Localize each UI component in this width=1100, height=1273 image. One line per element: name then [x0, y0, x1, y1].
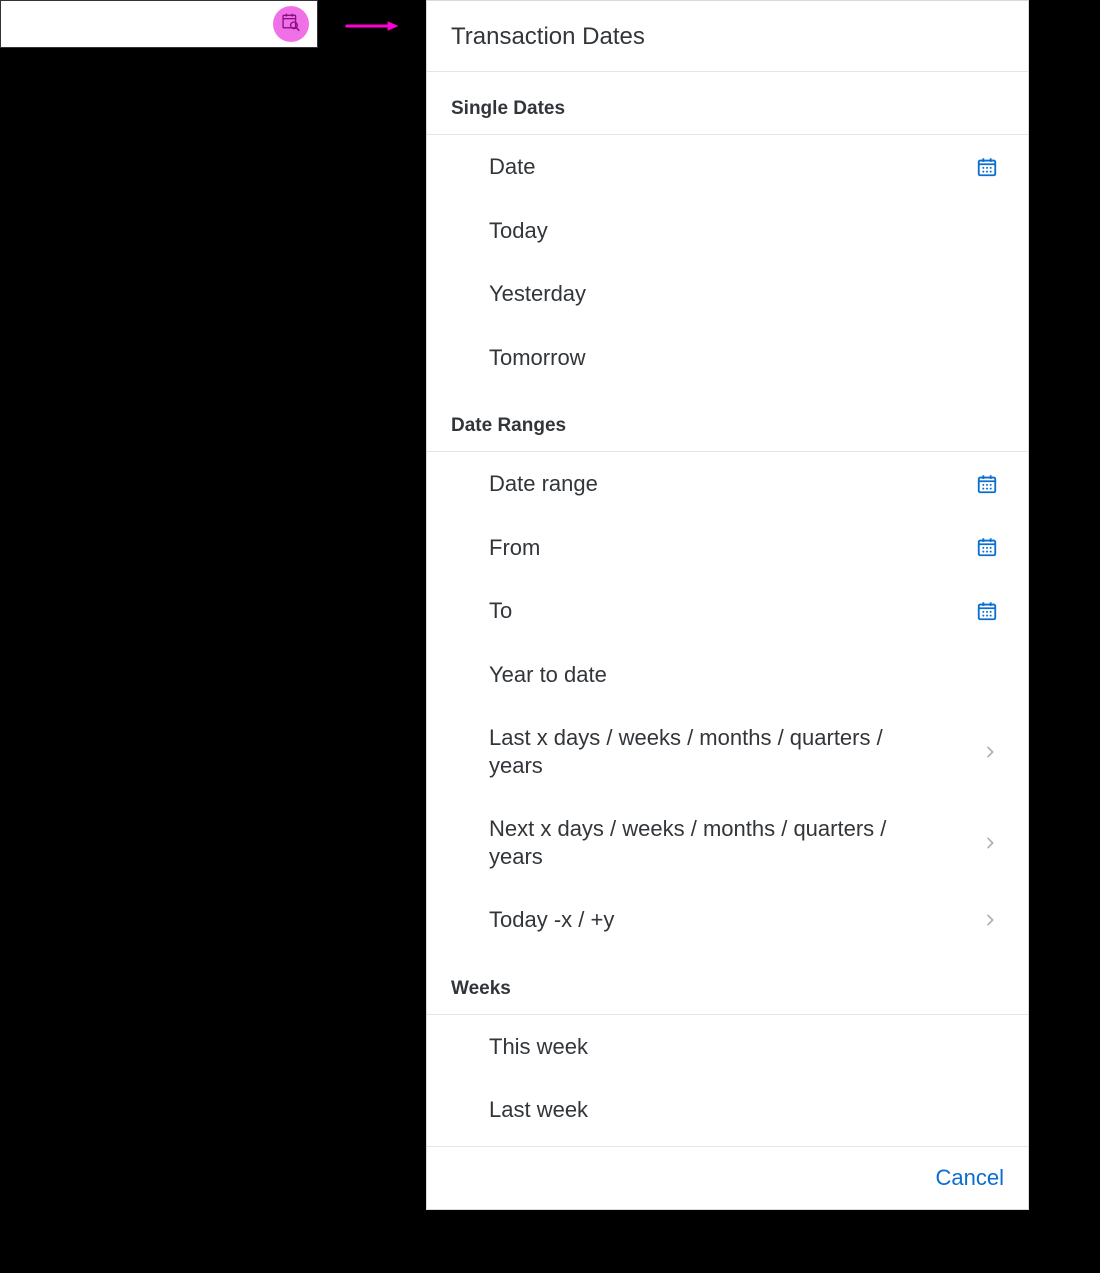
item-label: Date	[489, 153, 535, 181]
item-label: Today -x / +y	[489, 906, 614, 934]
section-header-weeks: Weeks	[427, 952, 1028, 1015]
item-tomorrow[interactable]: Tomorrow	[427, 326, 1028, 390]
item-label: Tomorrow	[489, 344, 586, 372]
item-this-week[interactable]: This week	[427, 1015, 1028, 1079]
item-date-range[interactable]: Date range	[427, 452, 1028, 516]
cancel-button[interactable]: Cancel	[936, 1165, 1004, 1191]
panel-title: Transaction Dates	[427, 1, 1028, 72]
item-from[interactable]: From	[427, 516, 1028, 580]
item-last-x[interactable]: Last x days / weeks / months / quarters …	[427, 706, 1028, 797]
calendar-icon[interactable]	[976, 473, 1000, 495]
item-label: From	[489, 534, 540, 562]
date-input[interactable]	[1, 1, 273, 47]
arrow-annotation-icon	[328, 20, 416, 32]
section-header-single-dates: Single Dates	[427, 72, 1028, 135]
item-label: Next x days / weeks / months / quarters …	[489, 815, 919, 870]
item-label: To	[489, 597, 512, 625]
item-year-to-date[interactable]: Year to date	[427, 643, 1028, 707]
date-input-field[interactable]	[0, 0, 318, 48]
calendar-icon[interactable]	[976, 536, 1000, 558]
item-label: Last x days / weeks / months / quarters …	[489, 724, 919, 779]
chevron-right-icon	[982, 910, 1000, 930]
item-to[interactable]: To	[427, 579, 1028, 643]
item-label: Date range	[489, 470, 598, 498]
item-next-x[interactable]: Next x days / weeks / months / quarters …	[427, 797, 1028, 888]
item-last-week[interactable]: Last week	[427, 1078, 1028, 1142]
calendar-search-icon[interactable]	[281, 12, 301, 37]
panel-body: Single Dates Date Today Yesterday Tomorr…	[427, 72, 1028, 1146]
item-yesterday[interactable]: Yesterday	[427, 262, 1028, 326]
transaction-dates-panel: Transaction Dates Single Dates Date Toda…	[426, 0, 1029, 1210]
section-header-date-ranges: Date Ranges	[427, 389, 1028, 452]
item-label: This week	[489, 1033, 588, 1061]
panel-footer: Cancel	[427, 1146, 1028, 1209]
item-label: Yesterday	[489, 280, 586, 308]
calendar-icon[interactable]	[976, 156, 1000, 178]
chevron-right-icon	[982, 833, 1000, 853]
item-label: Last week	[489, 1096, 588, 1124]
item-today-xy[interactable]: Today -x / +y	[427, 888, 1028, 952]
item-label: Year to date	[489, 661, 607, 689]
item-today[interactable]: Today	[427, 199, 1028, 263]
chevron-right-icon	[982, 742, 1000, 762]
calendar-icon[interactable]	[976, 600, 1000, 622]
date-picker-trigger-highlight	[273, 6, 309, 42]
item-date[interactable]: Date	[427, 135, 1028, 199]
item-label: Today	[489, 217, 548, 245]
